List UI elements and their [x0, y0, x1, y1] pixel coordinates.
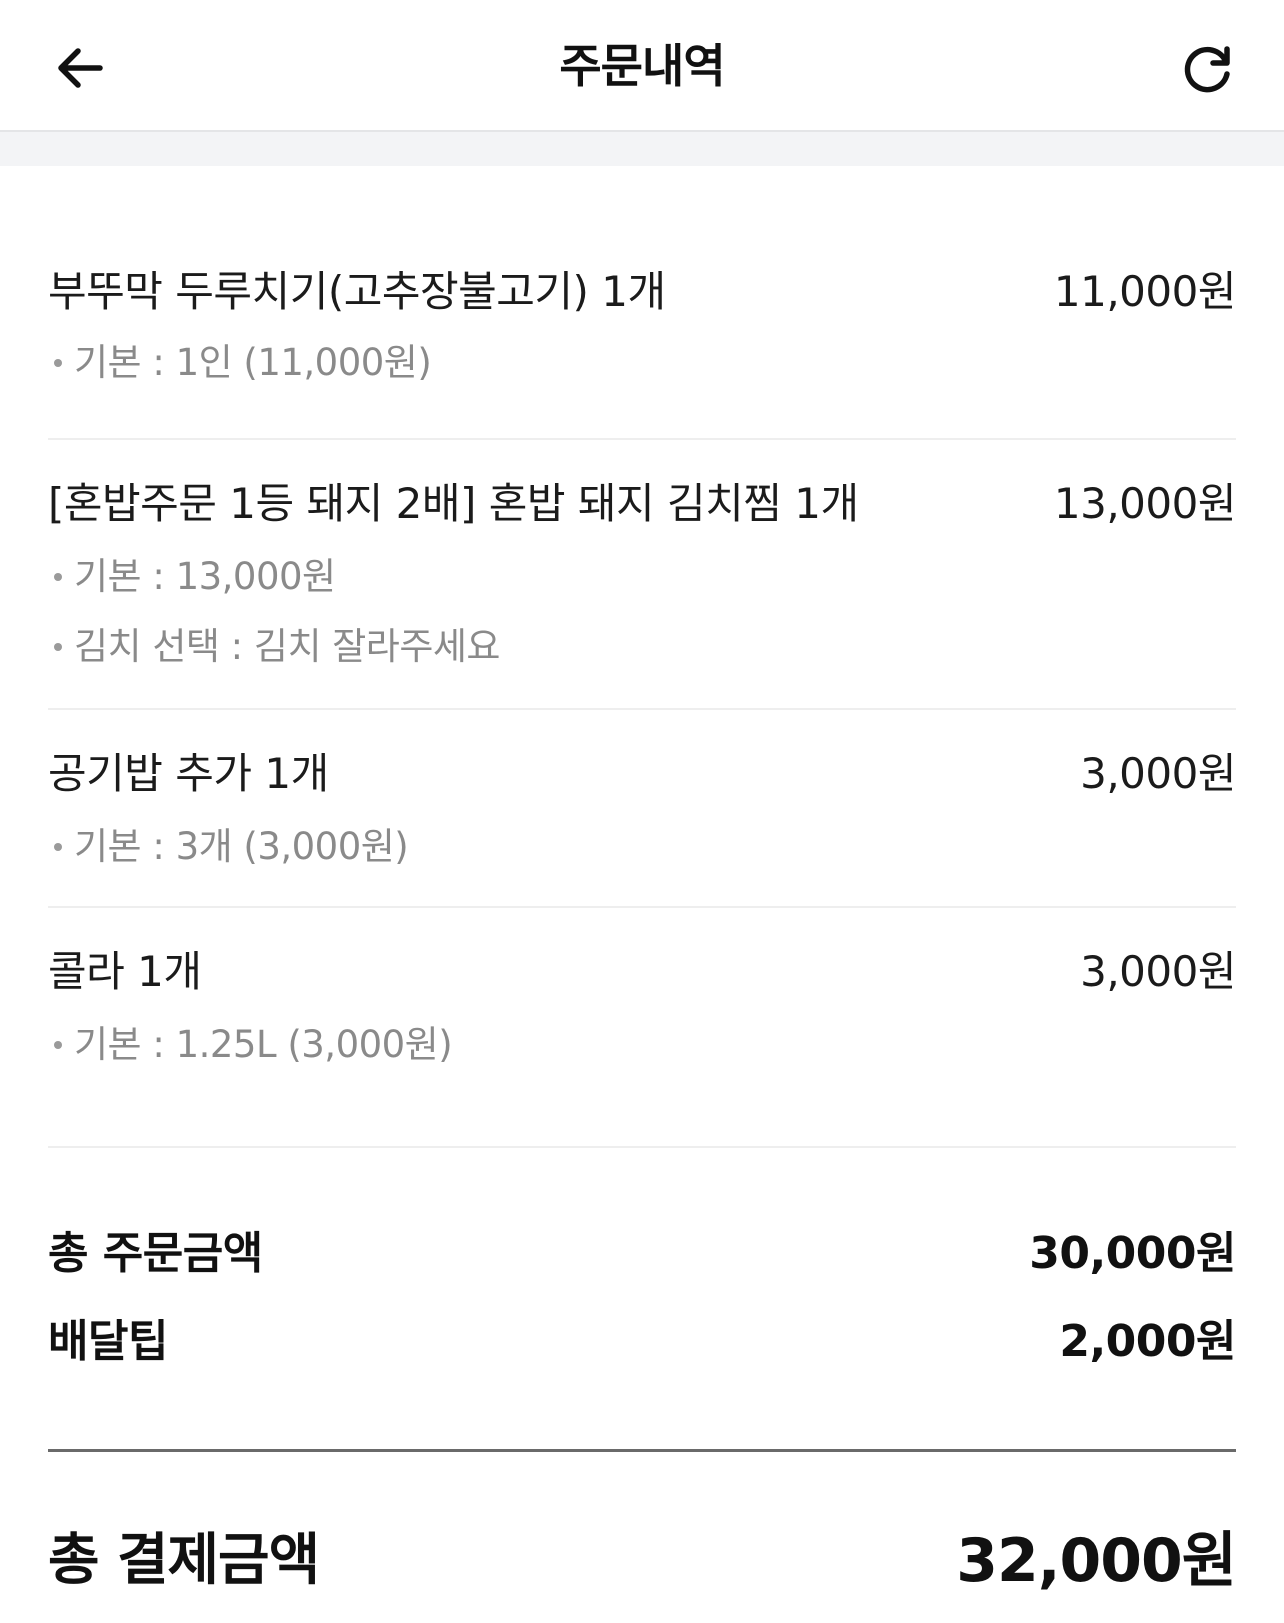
- item-option: 기본 : 1.25L (3,000원): [48, 1022, 1236, 1068]
- payment-total-label: 총 결제금액: [48, 1528, 320, 1593]
- option-text: 기본 : 13,000원: [74, 555, 336, 598]
- refresh-button[interactable]: [1176, 36, 1240, 100]
- order-total-label: 총 주문금액: [48, 1228, 263, 1279]
- refresh-icon: [1184, 46, 1230, 93]
- bullet-icon: [54, 573, 62, 581]
- delivery-tip-label: 배달팁: [48, 1316, 168, 1367]
- payment-total-row: 총 결제금액 32,000원: [48, 1524, 1237, 1598]
- order-item: 콜라 1개 3,000원 기본 : 1.25L (3,000원): [48, 908, 1236, 1144]
- item-option: 기본 : 3개 (3,000원): [48, 824, 1236, 870]
- top-app-bar: 주문내역: [0, 0, 1284, 132]
- item-option: 기본 : 1인 (11,000원): [48, 340, 1236, 386]
- item-option: 김치 선택 : 김치 잘라주세요: [48, 624, 1236, 670]
- item-price: 13,000원: [1053, 479, 1237, 528]
- delivery-tip-value: 2,000원: [1059, 1316, 1236, 1367]
- order-item: [혼밥주문 1등 돼지 2배] 혼밥 돼지 김치찜 1개 13,000원 기본 …: [48, 440, 1237, 710]
- delivery-tip-row: 배달팁 2,000원: [48, 1314, 1236, 1370]
- page-title: 주문내역: [559, 39, 725, 93]
- bullet-icon: [54, 643, 62, 651]
- price-summary: 총 주문금액 30,000원 배달팁 2,000원: [48, 1146, 1236, 1370]
- order-total-row: 총 주문금액 30,000원: [48, 1226, 1236, 1282]
- item-name: [혼밥주문 1등 돼지 2배] 혼밥 돼지 김치찜 1개: [48, 479, 859, 528]
- option-text: 기본 : 1.25L (3,000원): [74, 1023, 453, 1066]
- item-name: 공기밥 추가 1개: [48, 749, 329, 798]
- option-text: 기본 : 3개 (3,000원): [74, 825, 409, 868]
- item-price: 3,000원: [1080, 947, 1236, 996]
- item-name: 콜라 1개: [48, 947, 202, 996]
- order-item: 공기밥 추가 1개 3,000원 기본 : 3개 (3,000원): [48, 710, 1236, 908]
- item-price: 3,000원: [1080, 749, 1236, 798]
- item-name: 부뚜막 두루치기(고추장불고기) 1개: [48, 267, 666, 316]
- option-text: 기본 : 1인 (11,000원): [74, 341, 432, 384]
- item-option: 기본 : 13,000원: [48, 554, 1236, 600]
- option-text: 김치 선택 : 김치 잘라주세요: [74, 625, 500, 668]
- section-gap: [0, 132, 1284, 166]
- order-total-value: 30,000원: [1029, 1228, 1236, 1279]
- total-divider: [48, 1449, 1236, 1452]
- order-item-list: 부뚜막 두루치기(고추장불고기) 1개 11,000원 기본 : 1인 (11,…: [48, 166, 1237, 1144]
- bullet-icon: [54, 843, 62, 851]
- bullet-icon: [54, 359, 62, 367]
- payment-total-value: 32,000원: [956, 1526, 1237, 1596]
- item-price: 11,000원: [1053, 267, 1237, 316]
- order-item: 부뚜막 두루치기(고추장불고기) 1개 11,000원 기본 : 1인 (11,…: [48, 166, 1237, 440]
- bullet-icon: [54, 1041, 62, 1049]
